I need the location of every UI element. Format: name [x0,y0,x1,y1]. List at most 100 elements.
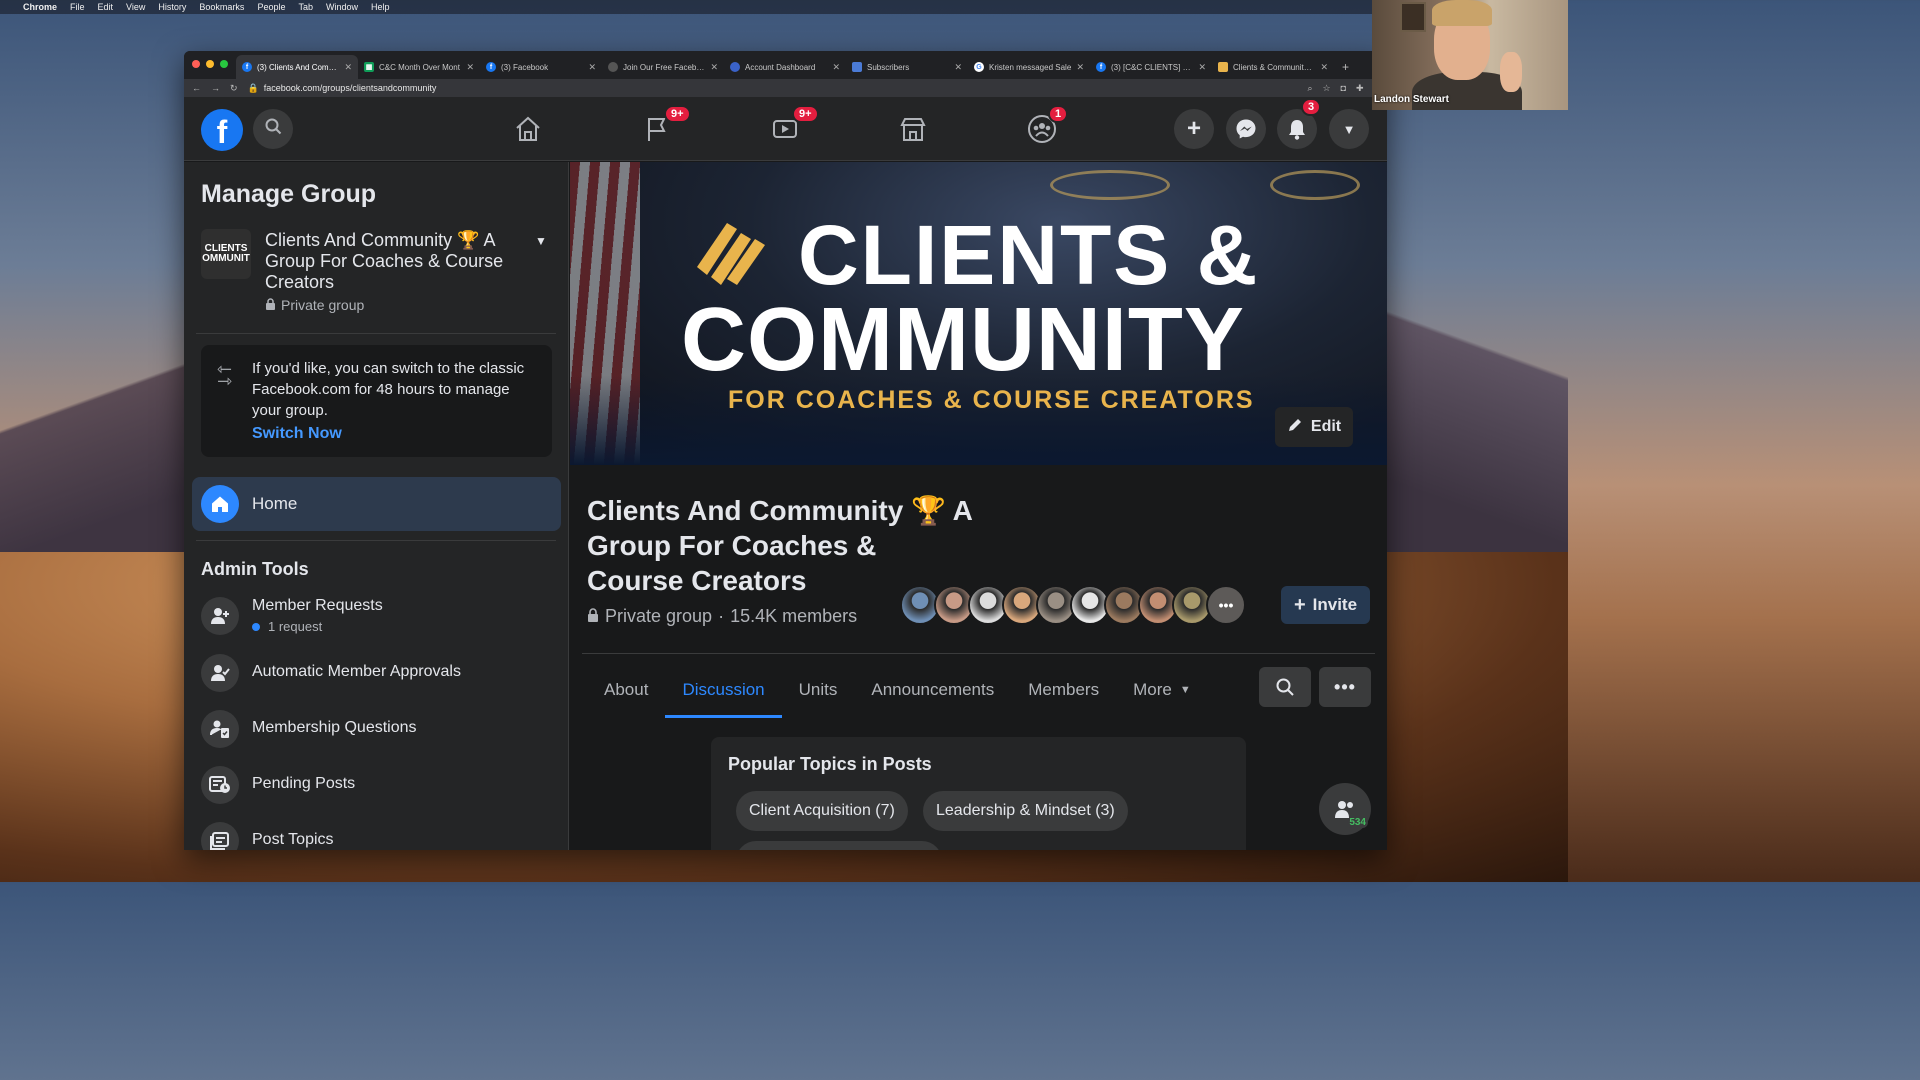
topic-chip[interactable]: Client Acquisition (7) [736,791,908,831]
sidebar-item-automatic-approvals[interactable]: Automatic Member Approvals [201,652,561,694]
close-tab-icon[interactable]: ✕ [344,62,352,73]
close-tab-icon[interactable]: ✕ [1320,62,1328,73]
create-button[interactable]: + [1174,109,1214,149]
sidebar-item-membership-questions[interactable]: Membership Questions [201,708,561,750]
close-tab-icon[interactable]: ✕ [1198,62,1206,73]
sidebar-title: Manage Group [201,180,377,208]
maximize-window-button[interactable] [220,60,228,68]
back-icon[interactable]: ← [192,83,201,93]
sidebar-item-home[interactable]: Home [192,477,561,531]
close-tab-icon[interactable]: ✕ [832,62,840,73]
page-icon [608,62,618,72]
close-tab-icon[interactable]: ✕ [954,62,962,73]
browser-tab[interactable]: f (3) Facebook ✕ [480,55,602,79]
presenter-name: Landon Stewart [1374,94,1450,105]
menubar-bookmarks[interactable]: Bookmarks [199,2,244,12]
menubar-window[interactable]: Window [326,2,358,12]
browser-tab[interactable]: f (3) Clients And Commu ✕ [236,55,358,79]
browser-tab[interactable]: Clients & Community M ✕ [1212,55,1334,79]
minimize-window-button[interactable] [206,60,214,68]
group-switcher-caret-icon[interactable]: ▼ [535,234,547,248]
address-bar: ← → ↻ 🔒 facebook.com/groups/clientsandco… [184,79,1387,97]
marketplace-nav-button[interactable] [896,114,930,144]
menubar-people[interactable]: People [257,2,285,12]
browser-tab[interactable]: Join Our Free Facebook ✕ [602,55,724,79]
tab-title: (3) Clients And Commu [257,62,340,72]
tab-label: Announcements [871,680,995,699]
browser-tab[interactable]: Subscribers ✕ [846,55,968,79]
browser-tab[interactable]: ▦ C&C Month Over Mont ✕ [358,55,480,79]
edit-cover-button[interactable]: Edit [1275,407,1353,447]
messenger-icon [1236,119,1256,139]
bookmark-star-icon[interactable]: ☆ [1323,83,1331,94]
sidebar-item-member-requests[interactable]: Member Requests 1 request [201,595,561,637]
more-dots-icon: ••• [1334,676,1356,697]
camera-icon[interactable]: ◘ [1341,83,1346,94]
tab-about[interactable]: About [587,662,665,718]
menubar-view[interactable]: View [126,2,145,12]
switch-notice-text: If you'd like, you can switch to the cla… [252,360,525,419]
meta-separator: · [718,606,725,626]
menubar-file[interactable]: File [70,2,85,12]
close-tab-icon[interactable]: ✕ [710,62,718,73]
close-tab-icon[interactable]: ✕ [1076,62,1084,73]
request-count-text: 1 request [268,619,323,634]
forward-icon[interactable]: → [211,83,220,93]
notifications-badge: 3 [1301,98,1322,116]
switch-now-link[interactable]: Switch Now [252,425,342,443]
people-icon [1335,801,1353,818]
tab-members[interactable]: Members [1011,662,1116,718]
group-more-options-button[interactable]: ••• [1319,667,1371,707]
google-icon: G [974,62,984,72]
group-title: Clients And Community 🏆 A Group For Coac… [587,495,972,596]
browser-tab[interactable]: f (3) [C&C CLIENTS] Pro ✕ [1090,55,1212,79]
group-thumbnail[interactable]: CLIENTS OMMUNIT [201,229,251,279]
sidebar-group-name[interactable]: Clients And Community 🏆 A Group For Coac… [265,230,530,293]
sidebar-item-label: Post Topics [252,831,334,848]
chandelier-decoration [1050,170,1170,200]
close-tab-icon[interactable]: ✕ [588,62,596,73]
lock-icon [265,297,276,313]
member-count[interactable]: 15.4K members [730,606,857,627]
new-tab-button[interactable]: + [1334,60,1357,79]
close-tab-icon[interactable]: ✕ [466,62,474,73]
browser-tab[interactable]: G Kristen messaged Sale ✕ [968,55,1090,79]
zoom-icon[interactable]: ⌕ [1307,83,1312,94]
divider [582,653,1375,654]
tab-more[interactable]: More ▼ [1116,662,1208,718]
watch-badge: 9+ [792,105,819,123]
online-members-button[interactable]: 534 [1319,783,1371,835]
tab-discussion[interactable]: Discussion [665,662,782,718]
sidebar-item-label: Membership Questions [252,719,417,736]
more-members-avatar[interactable]: ••• [1206,585,1246,625]
search-button[interactable] [253,109,293,149]
tab-units[interactable]: Units [782,662,855,718]
account-icon [730,62,740,72]
reload-icon[interactable]: ↻ [230,83,238,94]
menubar-app-name[interactable]: Chrome [23,2,57,12]
account-menu-button[interactable]: ▼ [1329,109,1369,149]
sidebar-item-post-topics[interactable]: Post Topics [201,820,561,850]
url-field[interactable]: 🔒 facebook.com/groups/clientsandcommunit… [248,83,1298,94]
menubar-tab[interactable]: Tab [298,2,313,12]
extensions-icon[interactable]: ✚ [1356,83,1364,94]
sidebar-item-pending-posts[interactable]: Pending Posts [201,764,561,806]
tab-title: Subscribers [867,62,910,72]
tab-label: Units [798,680,838,699]
menubar-help[interactable]: Help [371,2,390,12]
group-privacy[interactable]: Private group [605,606,712,627]
menubar-edit[interactable]: Edit [98,2,114,12]
group-search-button[interactable] [1259,667,1311,707]
facebook-logo[interactable]: f [201,109,243,151]
menubar-history[interactable]: History [158,2,186,12]
caret-down-icon: ▼ [1179,684,1191,696]
messenger-button[interactable] [1226,109,1266,149]
invite-button[interactable]: + Invite [1281,586,1370,624]
tab-announcements[interactable]: Announcements [854,662,1011,718]
home-nav-button[interactable] [511,114,545,144]
close-window-button[interactable] [192,60,200,68]
browser-tab[interactable]: Account Dashboard ✕ [724,55,846,79]
topic-chip[interactable]: Leadership & Mindset (3) [923,791,1128,831]
facebook-top-nav: f 9+ 9+ 1 + 3 ▼ [184,97,1387,161]
topic-chip-partial[interactable] [736,841,942,850]
